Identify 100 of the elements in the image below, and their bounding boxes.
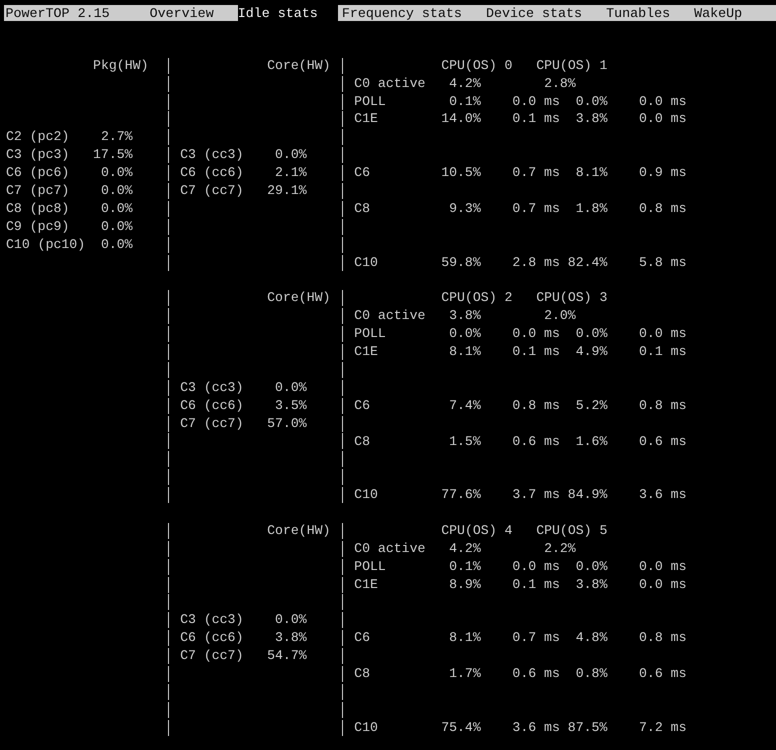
residency-value: 8.1% bbox=[449, 344, 481, 360]
duration-value: 0.8 ms bbox=[639, 398, 686, 413]
state-label: C3 (pc3) bbox=[6, 147, 70, 162]
state-label: C6 (cc6) bbox=[180, 630, 244, 646]
tab[interactable]: Frequency stats bbox=[342, 5, 482, 21]
state-label: C7 (cc7) bbox=[180, 183, 244, 198]
duration-value: 0.8 ms bbox=[639, 630, 686, 646]
tab[interactable]: Overview bbox=[150, 5, 234, 21]
residency-value: 4.9% bbox=[576, 344, 608, 360]
residency-value: 0.0% bbox=[100, 183, 133, 198]
residency-value: 17.5% bbox=[93, 147, 133, 162]
duration-value: 0.0 ms bbox=[639, 558, 686, 574]
state-label: POLL bbox=[354, 94, 386, 109]
residency-value: 0.0% bbox=[576, 326, 608, 342]
duration-value: 0.0 ms bbox=[512, 558, 560, 574]
residency-value: 8.1% bbox=[449, 630, 481, 646]
residency-value: 57.0% bbox=[267, 416, 307, 431]
residency-value: 0.0% bbox=[275, 380, 307, 395]
state-label: C3 (cc3) bbox=[180, 147, 244, 162]
tab[interactable]: Tunables bbox=[606, 5, 690, 21]
duration-value: 3.6 ms bbox=[639, 487, 686, 502]
duration-value: 0.6 ms bbox=[512, 666, 560, 682]
state-label: C8 bbox=[354, 200, 370, 216]
state-label: C0 active bbox=[354, 76, 426, 91]
residency-value: 0.8% bbox=[576, 666, 608, 682]
residency-value: 0.0% bbox=[576, 558, 608, 574]
column-heading: Core(HW) bbox=[267, 56, 330, 75]
residency-value: 54.7% bbox=[267, 648, 307, 664]
duration-value: 0.0 ms bbox=[639, 111, 686, 126]
residency-value: 0.0% bbox=[100, 218, 133, 234]
state-label: C0 active bbox=[354, 540, 426, 556]
residency-value: 3.8% bbox=[275, 630, 307, 646]
duration-value: 0.7 ms bbox=[512, 630, 560, 646]
residency-value: 8.9% bbox=[449, 576, 481, 592]
duration-value: 0.7 ms bbox=[512, 200, 560, 216]
state-label: C7 (pc7) bbox=[6, 183, 70, 198]
residency-value: 0.0% bbox=[275, 147, 307, 162]
duration-value: 0.8 ms bbox=[639, 200, 686, 216]
duration-value: 0.1 ms bbox=[512, 576, 560, 592]
state-label: C10 bbox=[354, 720, 378, 735]
column-heading: CPU(OS) 5 bbox=[536, 522, 608, 540]
state-label: C3 (cc3) bbox=[180, 612, 244, 628]
residency-value: 2.7% bbox=[100, 129, 133, 144]
residency-value: 0.0% bbox=[576, 94, 608, 109]
tab[interactable]: Idle stats bbox=[238, 5, 338, 21]
residency-value: 0.0% bbox=[100, 236, 133, 252]
state-label: C1E bbox=[354, 344, 378, 360]
state-label: C6 bbox=[354, 398, 370, 413]
state-label: POLL bbox=[354, 326, 386, 342]
state-label: C6 (cc6) bbox=[180, 165, 244, 180]
residency-value: 0.1% bbox=[449, 558, 481, 574]
residency-value: 4.2% bbox=[449, 540, 481, 556]
residency-value: 3.8% bbox=[576, 111, 608, 126]
tab[interactable]: Device stats bbox=[486, 5, 602, 21]
residency-value: 2.8% bbox=[544, 76, 576, 91]
tab[interactable]: WakeUp bbox=[694, 5, 762, 21]
residency-value: 2.0% bbox=[544, 308, 576, 324]
duration-value: 0.6 ms bbox=[639, 666, 686, 682]
state-label: C9 (pc9) bbox=[6, 218, 70, 234]
state-label: C6 (cc6) bbox=[180, 398, 244, 413]
residency-value: 59.8% bbox=[441, 254, 481, 270]
state-label: C8 (pc8) bbox=[6, 200, 70, 216]
residency-value: 1.8% bbox=[576, 200, 608, 216]
duration-value: 0.0 ms bbox=[512, 94, 560, 109]
state-label: C7 (cc7) bbox=[180, 416, 244, 431]
state-label: C1E bbox=[354, 111, 378, 126]
state-label: C10 bbox=[354, 487, 378, 502]
state-label: C2 (pc2) bbox=[6, 129, 70, 144]
column-heading: Core(HW) bbox=[267, 522, 330, 540]
residency-value: 3.8% bbox=[449, 308, 481, 324]
state-label: C0 active bbox=[354, 308, 426, 324]
state-label: POLL bbox=[354, 558, 386, 574]
duration-value: 3.6 ms bbox=[512, 720, 560, 735]
residency-value: 5.2% bbox=[576, 398, 608, 413]
column-heading: Core(HW) bbox=[267, 289, 330, 308]
state-label: C8 bbox=[354, 666, 370, 682]
column-heading: CPU(OS) 1 bbox=[536, 56, 608, 75]
duration-value: 0.0 ms bbox=[639, 576, 686, 592]
duration-value: 0.1 ms bbox=[512, 344, 560, 360]
duration-value: 0.0 ms bbox=[639, 94, 686, 109]
duration-value: 0.1 ms bbox=[639, 344, 686, 360]
residency-value: 0.0% bbox=[449, 326, 481, 342]
state-label: C8 bbox=[354, 434, 370, 448]
column-heading: CPU(OS) 0 bbox=[441, 56, 512, 75]
duration-value: 0.9 ms bbox=[639, 165, 686, 180]
column-heading: CPU(OS) 3 bbox=[536, 289, 608, 308]
residency-value: 3.8% bbox=[576, 576, 608, 592]
state-label: C6 bbox=[354, 165, 370, 180]
duration-value: 5.8 ms bbox=[639, 254, 686, 270]
residency-value: 0.0% bbox=[275, 612, 307, 628]
column-heading: Pkg(HW) bbox=[93, 56, 148, 75]
residency-value: 0.1% bbox=[449, 94, 481, 109]
duration-value: 3.7 ms bbox=[512, 487, 560, 502]
state-label: C6 bbox=[354, 630, 370, 646]
residency-value: 0.0% bbox=[100, 165, 133, 180]
duration-value: 0.6 ms bbox=[512, 434, 560, 448]
app-title: PowerTOP 2.15 bbox=[6, 6, 110, 21]
residency-value: 4.2% bbox=[449, 76, 481, 91]
duration-value: 7.2 ms bbox=[639, 720, 686, 735]
residency-value: 2.2% bbox=[544, 540, 576, 556]
